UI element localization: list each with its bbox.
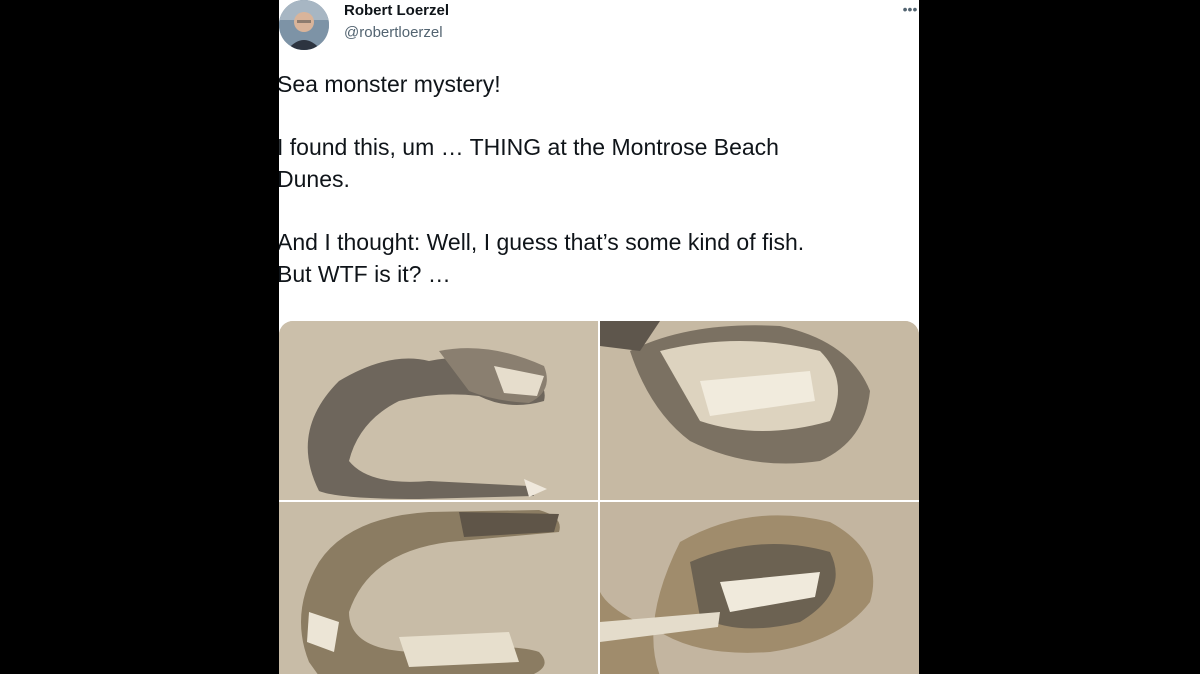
tweet-paragraph: And I thought: Well, I guess that’s some…	[279, 229, 805, 287]
photo-2[interactable]	[600, 321, 919, 500]
tweet-text: Sea monster mystery! I found this, um … …	[279, 68, 907, 321]
author-handle[interactable]: @robertloerzel	[344, 24, 443, 41]
photo-grid	[279, 321, 919, 674]
tweet-paragraph: I found this, um … THING at the Montrose…	[279, 134, 779, 192]
photo-3[interactable]	[279, 502, 598, 674]
avatar[interactable]	[279, 0, 329, 50]
author-name[interactable]: Robert Loerzel	[344, 2, 449, 19]
more-options-icon[interactable]: •••	[901, 0, 919, 18]
tweet-paragraph: Sea monster mystery!	[279, 71, 501, 97]
photo-1[interactable]	[279, 321, 598, 500]
tweet-card: Robert Loerzel @robertloerzel ••• Sea mo…	[279, 0, 919, 674]
photo-4[interactable]	[600, 502, 919, 674]
